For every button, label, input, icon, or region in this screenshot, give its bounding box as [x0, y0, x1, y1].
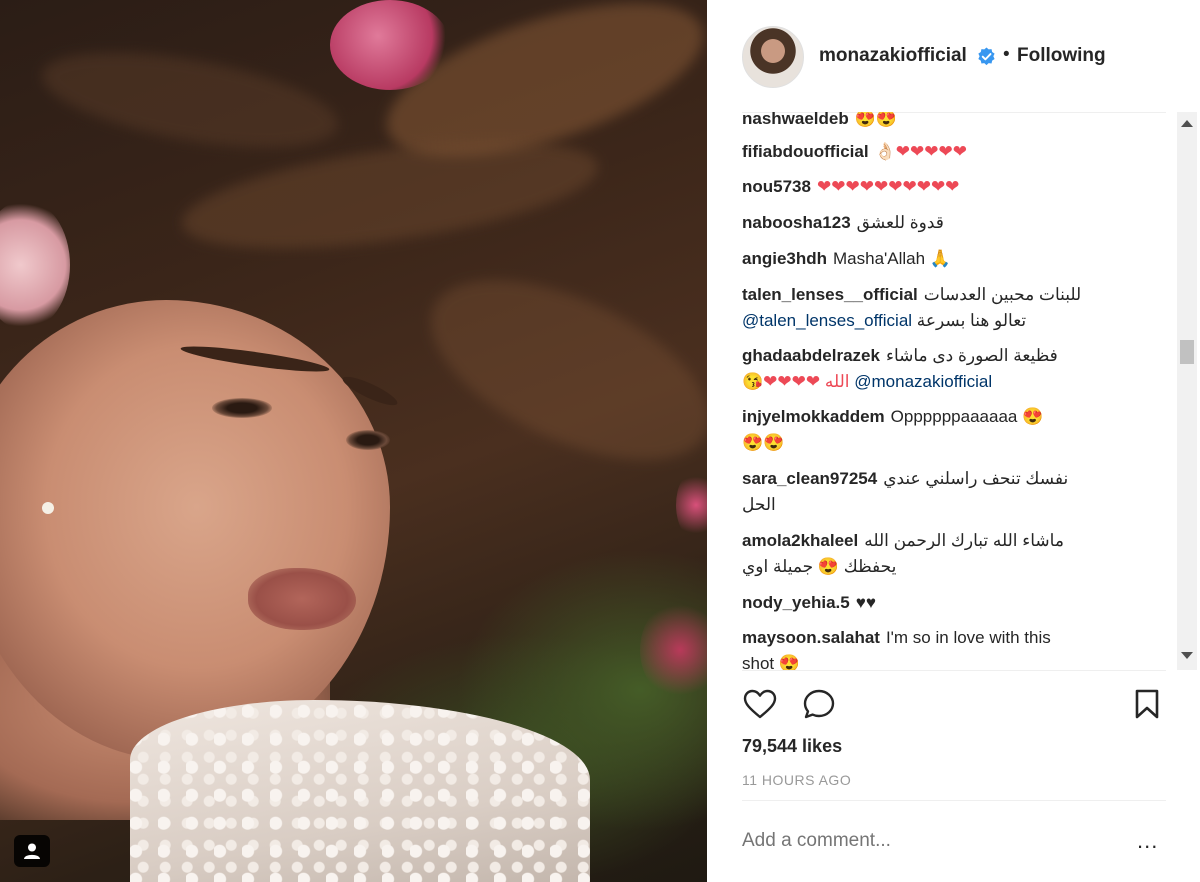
- comment-text: I'm so in love with this: [885, 628, 1051, 647]
- comment-user[interactable]: talen_lenses__official: [742, 285, 918, 304]
- comment-item: talen_lenses__official للبنات محبين العدس…: [742, 282, 1132, 334]
- comment-item: sara_clean97254 نفسك تنحف راسلني عندي الح…: [742, 466, 1132, 518]
- comment-item: amola2khaleel ماشاء الله تبارك الرحمن الل…: [742, 528, 1132, 580]
- pink-petal: [676, 470, 707, 540]
- comment-user[interactable]: injyelmokkaddem: [742, 407, 885, 426]
- comment-text: للبنات محبين العدسات: [923, 285, 1082, 304]
- comment-text-continued: تعالو هنا بسرعة: [916, 311, 1027, 330]
- hair-highlight: [35, 34, 345, 166]
- comment-text-continued: يحفظك 😍 جميلة اوي: [742, 557, 897, 576]
- comment-text: نفسك تنحف راسلني عندي: [883, 469, 1069, 488]
- user-tag-icon: [24, 843, 40, 859]
- comment-box-divider: [742, 800, 1166, 801]
- comment-mention[interactable]: @monazakiofficial: [854, 372, 992, 391]
- comments-scrollbar[interactable]: [1177, 112, 1197, 670]
- comment-text-continued: الحل: [742, 495, 776, 514]
- comment-text: قدوة للعشق: [856, 213, 944, 232]
- comment-item: injyelmokkaddem Oppppppaaaaaa 😍 😍😍: [742, 404, 1132, 456]
- lips: [248, 568, 356, 630]
- post-panel: monazakiofficial • Following nashwaeldeb…: [707, 0, 1200, 882]
- comment-text: فظيعة الصورة دى ماشاء: [885, 346, 1058, 365]
- scroll-down-arrow[interactable]: [1181, 652, 1193, 659]
- author-handle[interactable]: monazakiofficial: [819, 45, 967, 67]
- comment-text: 👌🏻❤❤❤❤❤: [874, 142, 967, 161]
- eye: [346, 430, 390, 450]
- comment-text: ♥♥: [855, 593, 876, 612]
- comment-text: Oppppppaaaaaa 😍: [890, 407, 1044, 426]
- actions-divider: [742, 670, 1166, 671]
- comment-user[interactable]: naboosha123: [742, 213, 851, 232]
- rose-flower: [0, 200, 70, 330]
- comment-item: nashwaeldeb 😍😍: [742, 112, 1132, 132]
- user-tag-button[interactable]: [14, 835, 50, 867]
- separator-dot: •: [1003, 44, 1010, 65]
- comment-user[interactable]: sara_clean97254: [742, 469, 877, 488]
- comment-user[interactable]: fifiabdouofficial: [742, 142, 869, 161]
- comment-item: nody_yehia.5 ♥♥: [742, 590, 1132, 616]
- comment-user[interactable]: nashwaeldeb: [742, 112, 849, 128]
- post-photo[interactable]: [0, 0, 707, 882]
- comment-item: angie3hdh Masha'Allah 🙏: [742, 246, 1132, 272]
- post-timestamp[interactable]: 11 HOURS AGO: [742, 772, 851, 788]
- comment-user[interactable]: angie3hdh: [742, 249, 827, 268]
- comment-item: nou5738 ❤❤❤❤❤❤❤❤❤❤: [742, 174, 1132, 200]
- comment-item: naboosha123 قدوة للعشق: [742, 210, 1132, 236]
- hair-highlight: [404, 243, 707, 497]
- comment-user[interactable]: maysoon.salahat: [742, 628, 880, 647]
- post-header: monazakiofficial • Following: [707, 0, 1200, 112]
- comment-user[interactable]: ghadaabdelrazek: [742, 346, 880, 365]
- avatar[interactable]: [742, 26, 804, 88]
- scroll-thumb[interactable]: [1180, 340, 1194, 364]
- comment-item: ghadaabdelrazek فظيعة الصورة دى ماشاء 😘❤❤…: [742, 343, 1132, 395]
- comment-item: fifiabdouofficial 👌🏻❤❤❤❤❤: [742, 139, 1132, 165]
- comment-text-continued: 😍😍: [742, 433, 785, 452]
- more-options-button[interactable]: ...: [1137, 828, 1158, 854]
- pink-petal: [640, 600, 707, 700]
- heart-icon: [743, 689, 777, 719]
- action-bar: [707, 680, 1200, 730]
- comment-text-continued: 😘❤❤❤❤ الله: [742, 372, 850, 391]
- like-button[interactable]: [742, 686, 778, 722]
- comment-text: ❤❤❤❤❤❤❤❤❤❤: [816, 177, 960, 196]
- eye: [212, 398, 272, 418]
- comment-text: 😍😍: [854, 112, 898, 128]
- bookmark-icon: [1135, 689, 1159, 719]
- likes-count[interactable]: 79,544 likes: [742, 736, 842, 757]
- comment-text: Masha'Allah 🙏: [833, 249, 951, 268]
- add-comment-input[interactable]: [742, 830, 1122, 852]
- comment-icon: [803, 689, 835, 719]
- save-button[interactable]: [1129, 686, 1165, 722]
- comment-text: ماشاء الله تبارك الرحمن الله: [864, 531, 1064, 550]
- comment-user[interactable]: amola2khaleel: [742, 531, 858, 550]
- comment-mention[interactable]: @talen_lenses_official: [742, 311, 912, 330]
- comments-list[interactable]: nashwaeldeb 😍😍 fifiabdouofficial 👌🏻❤❤❤❤❤ n…: [707, 112, 1167, 670]
- lace-dress: [130, 700, 590, 882]
- pink-flower: [330, 0, 450, 90]
- comment-text-continued: shot 😍: [742, 654, 801, 670]
- earring: [42, 502, 54, 514]
- face: [0, 300, 390, 760]
- scroll-up-arrow[interactable]: [1181, 120, 1193, 127]
- comment-item: maysoon.salahat I'm so in love with this …: [742, 625, 1132, 670]
- comment-button[interactable]: [801, 686, 837, 722]
- comment-user[interactable]: nody_yehia.5: [742, 593, 850, 612]
- following-button[interactable]: Following: [1017, 45, 1106, 67]
- verified-icon: [978, 47, 995, 66]
- comment-user[interactable]: nou5738: [742, 177, 811, 196]
